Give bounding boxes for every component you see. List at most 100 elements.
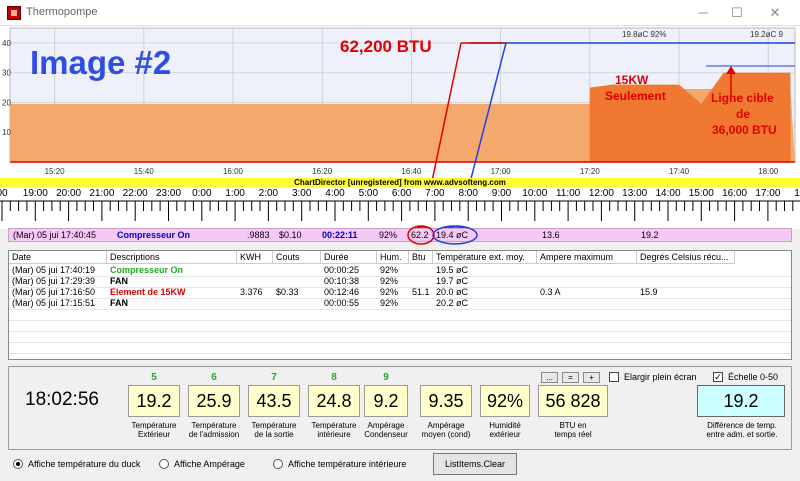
cell-desc: Compresseur On [110,265,184,275]
timeline-hour: 12:00 [589,188,614,199]
cell-date: (Mar) 05 jui 17:15:51 [12,298,96,308]
cell-date: (Mar) 05 jui 17:40:19 [12,265,96,275]
col-header-duree[interactable]: Durée [321,251,377,264]
col-header-temp[interactable]: Température ext. moy. [433,251,537,264]
gauge-value: 19.2 [128,385,180,417]
timeline-svg[interactable]: 00 19:00 20:00 21:00 22:00 23:00 0:00 1:00 2:00 3… [0,187,800,244]
close-button[interactable]: ✕ [760,4,790,22]
radio-amperage-label[interactable]: Affiche Ampérage [174,459,245,469]
btu-circle [407,225,435,245]
row-divider [9,342,791,343]
col-header-descriptions[interactable]: Descriptions [107,251,237,264]
elargir-checkbox[interactable] [609,372,619,382]
cell-temp: 20.0 øC [436,287,469,297]
gauge-value: 9.35 [420,385,472,417]
gauge-number: 8 [331,372,337,383]
clock: 18:02:56 [25,389,99,410]
timeline-hour: 22:00 [123,188,148,199]
diff-label: Différence de temp. entre adm. et sortie… [706,421,778,439]
cell-temp: 19.5 øC [436,265,469,275]
gauge-number: 9 [383,372,389,383]
cell-desc: FAN [110,276,128,286]
radio-temp-int-label[interactable]: Affiche température intérieure [288,459,406,469]
kw-annotation-2: Seulement [605,89,666,103]
x-tick-label: 18:00 [758,167,779,176]
col-header-btu[interactable]: Btu [409,251,433,264]
gauge-label: Température Extérieur [131,421,177,439]
x-tick-label: 16:40 [401,167,422,176]
col-header-date[interactable]: Date [9,251,107,264]
timeline-hour: 11:00 [556,188,581,199]
window-title: Thermopompe [26,6,98,18]
x-tick-label: 15:20 [45,167,66,176]
y-tick-label: 20 [2,98,11,107]
radio-temp-duck[interactable] [13,459,23,469]
gauge-value: 24.8 [308,385,360,417]
echelle-label: Échelle 0-50 [728,372,779,382]
gauge-label: Température de la sortie [251,421,297,439]
echelle-checkbox[interactable]: ✓ [713,372,723,382]
y-tick-label: 30 [2,69,11,78]
cell-temp: 19.7 øC [436,276,469,286]
timeline-hour: 3:00 [292,188,312,199]
timeline-ruler[interactable]: 00 19:00 20:00 21:00 22:00 23:00 0:00 1:00 2:00 3… [0,187,800,244]
timeline-hour: 20:00 [56,188,81,199]
kw-annotation-1: 15KW [615,73,649,87]
clear-list-button[interactable]: ListItems.Clear [433,453,517,475]
timeline-hour: 0:00 [192,188,212,199]
cell-desc: Element de 15KW [110,287,186,297]
gauge-number: 7 [271,372,277,383]
timeline-hour: 15:00 [689,188,714,199]
timeline-hour: 10:00 [522,188,547,199]
timeline-hour: 1:00 [225,188,245,199]
events-table[interactable]: Date Descriptions KWH Couts Durée Hum. B… [8,250,792,365]
x-tick-label: 16:00 [223,167,244,176]
minimize-button[interactable]: ─ [688,4,718,22]
x-tick-label: 17:00 [491,167,512,176]
gauge-value: 92% [480,385,530,417]
col-header-kwh[interactable]: KWH [237,251,273,264]
cell-hum: 92% [380,276,399,286]
cell-hum: 92% [380,298,399,308]
cell-hum: 92% [380,265,399,275]
gauge-value: 43.5 [248,385,300,417]
gauge-label: BTU en temps réel [554,421,592,439]
cell-kwh: 3.376 [240,287,263,297]
cell-cost: $0.33 [276,287,299,297]
scale-equal-button[interactable]: = [562,372,579,383]
col-header-hum[interactable]: Hum. [377,251,409,264]
col-header-couts[interactable]: Couts [273,251,321,264]
timeline-ticks: 00 19:00 20:00 21:00 22:00 23:00 0:00 1:00 2:00 3… [0,188,800,221]
cell-desc: FAN [110,298,128,308]
scale-plus-button[interactable]: + [583,372,600,383]
col-header-deg[interactable]: Degrés Celsius récu... [637,251,735,264]
x-tick-label: 17:40 [669,167,690,176]
timeline-hour: 9:00 [492,188,512,199]
maximize-button[interactable]: ☐ [722,4,752,22]
btu-annotation: 62,200 BTU [340,37,432,56]
timeline-hour: 14:00 [655,188,680,199]
row-divider [9,353,791,354]
cell-amp: 0.3 A [540,287,561,297]
gauge-number: 6 [211,372,217,383]
radio-amperage[interactable] [159,459,169,469]
cell-btu: 51.1 [412,287,430,297]
gauge-value: 25.9 [188,385,240,417]
top-label-1: 19.8øC 92% [622,30,666,39]
gauge-number: 5 [151,372,157,383]
gauge-label: Ampérage moyen (cond) [421,421,471,439]
timeline-hour: 2:00 [259,188,279,199]
radio-temp-int[interactable] [273,459,283,469]
x-tick-label: 17:20 [580,167,601,176]
radio-temp-duck-label[interactable]: Affiche température du duck [28,459,140,469]
cell-date: (Mar) 05 jui 17:29:39 [12,276,96,286]
row-divider [9,287,791,288]
scale-minus-button[interactable]: ... [541,372,558,383]
timeline-hour: 00 [0,188,8,199]
gauge-value: 56 828 [538,385,608,417]
timeline-hour: 21:00 [89,188,114,199]
y-tick-label: 10 [2,128,11,137]
cell-date: (Mar) 05 jui 17:16:50 [12,287,96,297]
top-label-2: 19.2øC 9 [750,30,783,39]
col-header-amp[interactable]: Ampere maximum [537,251,637,264]
